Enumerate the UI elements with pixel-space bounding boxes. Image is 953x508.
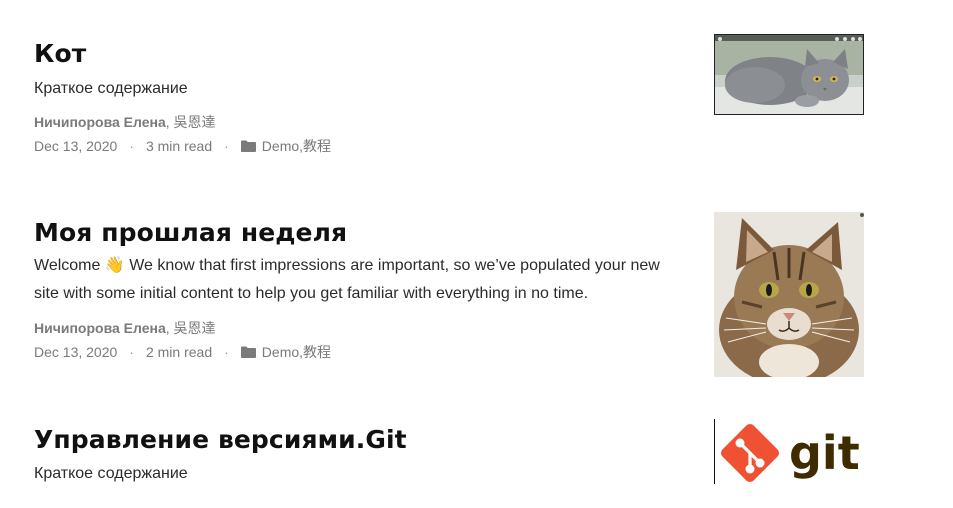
reading-time: 3 min read <box>145 138 213 154</box>
post-thumbnail-link[interactable]: git <box>714 419 864 484</box>
post-date: Dec 13, 2020 <box>34 344 118 360</box>
post-meta: Dec 13, 2020 · 3 min read · Demo, 教程 <box>34 136 694 156</box>
post-summary: Краткое содержание <box>34 80 188 97</box>
post-summary-line: Welcome 👋 We know that first impressions… <box>34 257 660 274</box>
category-link[interactable]: Demo <box>262 342 299 362</box>
post-date: Dec 13, 2020 <box>34 138 118 154</box>
grey-cat-image <box>715 35 863 114</box>
post-title-link[interactable]: Моя прошлая неделя <box>34 217 694 249</box>
post-text: Кот Краткое содержание Ничипорова Елена,… <box>34 38 694 156</box>
post-thumbnail-link[interactable] <box>714 34 864 115</box>
git-logo-text: git <box>789 426 860 480</box>
meta-separator: · <box>129 344 134 360</box>
post-title-link[interactable]: Кот <box>34 38 694 70</box>
author-link[interactable]: Ничипорова Елена <box>34 114 166 130</box>
post-summary-line: site with some initial content to help y… <box>34 285 589 302</box>
category-link[interactable]: 教程 <box>303 342 331 362</box>
post-authors: Ничипорова Елена, 吳恩達 <box>34 318 694 338</box>
meta-separator: · <box>224 138 229 154</box>
author-link[interactable]: 吳恩達 <box>174 320 216 336</box>
post-item: Моя прошлая неделя Welcome 👋 We know tha… <box>34 212 864 387</box>
folder-icon <box>240 346 256 358</box>
category-link[interactable]: 教程 <box>303 136 331 156</box>
post-text: Управление версиями.Git Краткое содержан… <box>34 424 694 488</box>
post-item: Кот Краткое содержание Ничипорова Елена,… <box>34 34 864 178</box>
post-authors: Ничипорова Елена, 吳恩達 <box>34 112 694 132</box>
reading-time: 2 min read <box>145 344 213 360</box>
meta-separator: · <box>224 344 229 360</box>
meta-separator: · <box>129 138 134 154</box>
category-link[interactable]: Demo <box>262 136 299 156</box>
folder-icon <box>240 140 256 152</box>
post-text: Моя прошлая неделя Welcome 👋 We know tha… <box>34 217 694 362</box>
author-link[interactable]: Ничипорова Елена <box>34 320 166 336</box>
post-item: Управление версиями.Git Краткое содержан… <box>34 419 864 508</box>
git-logo-image: git <box>715 419 864 484</box>
post-title-link[interactable]: Управление версиями.Git <box>34 424 694 456</box>
tabby-cat-image <box>714 212 864 377</box>
post-thumbnail-link[interactable] <box>714 212 864 377</box>
author-separator: , <box>165 320 174 336</box>
author-separator: , <box>165 114 174 130</box>
post-meta: Dec 13, 2020 · 2 min read · Demo, 教程 <box>34 342 694 362</box>
post-summary: Краткое содержание <box>34 465 188 482</box>
author-link[interactable]: 吳恩達 <box>174 114 216 130</box>
